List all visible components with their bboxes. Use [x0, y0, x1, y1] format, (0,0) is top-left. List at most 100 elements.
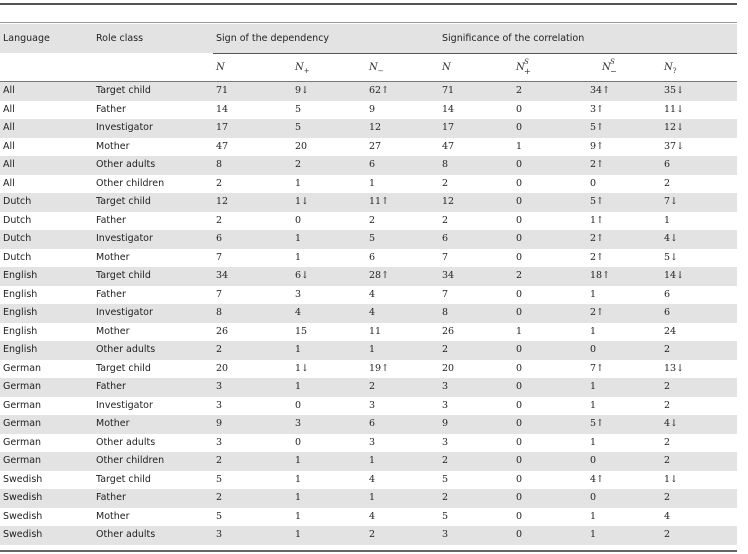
- cell-language: All: [3, 122, 15, 133]
- cell-sig-ns-plus: 0: [516, 381, 523, 392]
- table-row: English Mother 26 15 11 26 1 1 24: [0, 323, 737, 342]
- cell-language: Swedish: [3, 473, 43, 485]
- sub-header-row: N N+ N− N N S + N S − N?: [0, 54, 737, 81]
- cell-role-class: Father: [96, 214, 126, 226]
- cell-sign-n: 5: [216, 473, 223, 485]
- cell-sign-n-minus: 4: [369, 510, 376, 522]
- table-row: English Father 7 3 4 7 0 1 6: [0, 286, 737, 305]
- cell-sig-n: 12: [442, 196, 455, 207]
- subheader-sig-ns-minus-sub: −: [609, 67, 617, 76]
- cell-sign-n-plus: 5: [295, 103, 302, 115]
- cell-language: Swedish: [3, 529, 43, 540]
- subheader-sig-n-unknown-label: N: [664, 62, 673, 73]
- cell-sign-n-plus: 1↓: [295, 362, 310, 374]
- cell-language: German: [3, 418, 42, 429]
- cell-sig-ns-minus: 1: [590, 325, 597, 337]
- cell-sig-ns-minus: 0: [590, 344, 597, 355]
- cell-sign-n-minus: 4: [369, 288, 376, 300]
- subheader-sig-ns-plus-sub: +: [524, 67, 531, 76]
- cell-sig-n: 3: [442, 529, 449, 540]
- cell-sig-n-unknown: 2: [664, 399, 671, 411]
- cell-sig-ns-minus: 5↑: [590, 196, 605, 207]
- cell-sig-ns-minus: 1: [590, 510, 597, 522]
- cell-sig-n-unknown: 7↓: [664, 196, 679, 207]
- cell-sig-n-unknown: 2: [664, 177, 671, 189]
- subheader-sign-n-minus-label: N: [369, 62, 378, 73]
- cell-sig-ns-minus: 2↑: [590, 251, 605, 263]
- cell-sign-n: 14: [216, 103, 229, 115]
- cell-sig-n-unknown: 6: [664, 307, 671, 318]
- cell-sign-n: 26: [216, 325, 229, 337]
- cell-language: German: [3, 362, 42, 374]
- cell-sign-n: 6: [216, 233, 223, 244]
- cell-sign-n: 2: [216, 177, 223, 189]
- cell-sign-n-minus: 12: [369, 122, 382, 133]
- subheader-sig-n: N: [442, 62, 451, 73]
- cell-sig-n-unknown: 37↓: [664, 140, 685, 152]
- table-row: All Investigator 17 5 12 17 0 5↑ 12↓: [0, 119, 737, 138]
- cell-sig-n-unknown: 2: [664, 529, 671, 540]
- cell-language: All: [3, 177, 15, 189]
- cell-sig-n-unknown: 2: [664, 492, 671, 503]
- cell-sign-n-plus: 4: [295, 307, 302, 318]
- cell-sig-n-unknown: 2: [664, 455, 671, 466]
- cell-language: German: [3, 455, 42, 466]
- cell-sign-n: 3: [216, 436, 223, 448]
- cell-sign-n: 71: [216, 85, 229, 96]
- subheader-sig-ns-plus-sup: S: [524, 58, 529, 66]
- cell-role-class: Other children: [96, 455, 165, 466]
- table-row: German Other adults 3 0 3 3 0 1 2: [0, 434, 737, 453]
- cell-sig-ns-plus: 0: [516, 233, 523, 244]
- table-row: All Other children 2 1 1 2 0 0 2: [0, 175, 737, 194]
- cell-role-class: Target child: [96, 362, 151, 374]
- cell-sig-n-unknown: 5↓: [664, 251, 679, 263]
- cell-role-class: Father: [96, 288, 126, 300]
- cell-sign-n-plus: 9↓: [295, 85, 310, 96]
- cell-role-class: Investigator: [96, 233, 153, 244]
- cell-sig-n: 2: [442, 492, 449, 503]
- cell-sig-ns-plus: 0: [516, 529, 523, 540]
- cell-language: English: [3, 344, 38, 355]
- table-row: Swedish Target child 5 1 4 5 0 4↑ 1↓: [0, 471, 737, 490]
- cell-sig-ns-minus: 0: [590, 177, 597, 189]
- cell-sign-n-minus: 5: [369, 233, 376, 244]
- cell-sig-n: 8: [442, 307, 449, 318]
- cell-language: English: [3, 270, 38, 281]
- cell-language: English: [3, 325, 38, 337]
- cell-sig-n-unknown: 4: [664, 510, 671, 522]
- cell-sig-ns-plus: 0: [516, 103, 523, 115]
- cell-sig-ns-plus: 2: [516, 270, 523, 281]
- cell-role-class: Target child: [96, 473, 151, 485]
- cell-sign-n-plus: 1: [295, 381, 302, 392]
- cell-sig-ns-minus: 0: [590, 455, 597, 466]
- cell-sig-ns-minus: 2↑: [590, 159, 605, 170]
- cell-role-class: Target child: [96, 85, 151, 96]
- cell-sign-n: 2: [216, 214, 223, 226]
- subheader-sign-n-plus-label: N: [295, 62, 304, 73]
- cell-sig-ns-plus: 0: [516, 455, 523, 466]
- cell-sig-ns-minus: 2↑: [590, 233, 605, 244]
- cell-sig-n-unknown: 4↓: [664, 418, 679, 429]
- subheader-sig-ns-minus-sup: S: [609, 58, 615, 66]
- cell-sign-n-minus: 3: [369, 436, 376, 448]
- cell-sig-n-unknown: 2: [664, 436, 671, 448]
- cell-sign-n-plus: 1: [295, 344, 302, 355]
- cell-sign-n: 3: [216, 529, 223, 540]
- cell-sig-ns-plus: 0: [516, 362, 523, 374]
- cell-sign-n-plus: 1↓: [295, 196, 310, 207]
- cell-role-class: Other adults: [96, 344, 156, 355]
- cell-role-class: Other adults: [96, 436, 156, 448]
- cell-sign-n: 3: [216, 399, 223, 411]
- cell-sig-n: 2: [442, 455, 449, 466]
- cell-sign-n-plus: 1: [295, 177, 302, 189]
- cell-sign-n-minus: 6: [369, 418, 376, 429]
- cell-sig-n-unknown: 1: [664, 214, 671, 226]
- cell-sign-n-plus: 6↓: [295, 270, 310, 281]
- table-row: All Mother 47 20 27 47 1 9↑ 37↓: [0, 138, 737, 157]
- cell-sign-n-minus: 3: [369, 399, 376, 411]
- subheader-sign-n: N: [216, 62, 225, 73]
- cell-language: English: [3, 307, 38, 318]
- cell-language: All: [3, 140, 15, 152]
- cell-sign-n-plus: 1: [295, 492, 302, 503]
- cell-language: Swedish: [3, 492, 43, 503]
